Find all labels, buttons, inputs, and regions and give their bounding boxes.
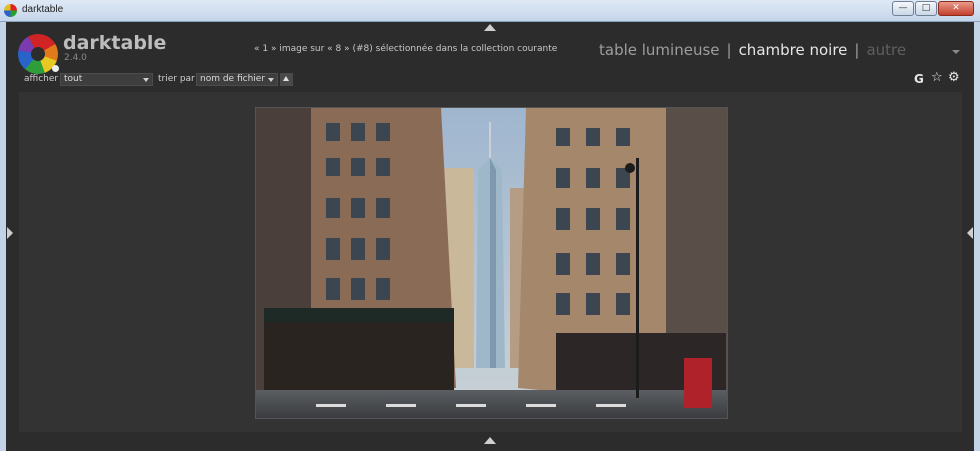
grouping-button[interactable]: G: [914, 72, 924, 86]
chevron-down-icon[interactable]: [952, 50, 960, 54]
view-switcher: table lumineuse | chambre noire | autre: [599, 41, 906, 59]
toggle-right-panel-icon[interactable]: [967, 227, 973, 239]
sort-select[interactable]: nom de fichier: [196, 73, 278, 86]
view-darkroom[interactable]: chambre noire: [739, 41, 848, 59]
star-icon[interactable]: ☆: [931, 70, 943, 85]
gear-icon[interactable]: ⚙: [948, 70, 960, 85]
view-separator: |: [726, 41, 732, 59]
minimize-button[interactable]: —: [892, 1, 914, 16]
close-button[interactable]: ✕: [938, 1, 974, 16]
logo-dot: [52, 65, 59, 72]
selection-status: « 1 » image sur « 8 » (#8) sélectionnée …: [254, 44, 558, 54]
center-view[interactable]: [19, 92, 962, 432]
toggle-bottom-panel-icon[interactable]: [484, 437, 496, 444]
darktable-main: darktable 2.4.0 « 1 » image sur « 8 » (#…: [6, 22, 974, 451]
sort-label: trier par: [158, 74, 195, 84]
window-controls: — □ ✕: [892, 1, 974, 16]
app-version: 2.4.0: [64, 53, 87, 63]
image-preview[interactable]: [255, 107, 728, 419]
toggle-top-panel-icon[interactable]: [484, 24, 496, 31]
window-title: darktable: [22, 4, 64, 15]
window-titlebar: darktable — □ ✕: [0, 0, 980, 22]
toggle-left-panel-icon[interactable]: [7, 227, 13, 239]
view-lighttable[interactable]: table lumineuse: [599, 41, 720, 59]
chevron-down-icon: [268, 78, 274, 82]
show-filter-value: tout: [64, 74, 83, 84]
show-label: afficher: [24, 74, 59, 84]
street-photo: [256, 108, 727, 418]
app-name: darktable: [63, 32, 167, 54]
maximize-button[interactable]: □: [915, 1, 937, 16]
chevron-down-icon: [143, 78, 149, 82]
app-icon: [4, 4, 17, 17]
sort-order-toggle[interactable]: [280, 73, 293, 86]
sort-value: nom de fichier: [200, 74, 266, 84]
window-border-right: [974, 22, 980, 451]
view-other[interactable]: autre: [866, 41, 906, 59]
view-separator: |: [854, 41, 860, 59]
show-filter-select[interactable]: tout: [60, 73, 153, 86]
